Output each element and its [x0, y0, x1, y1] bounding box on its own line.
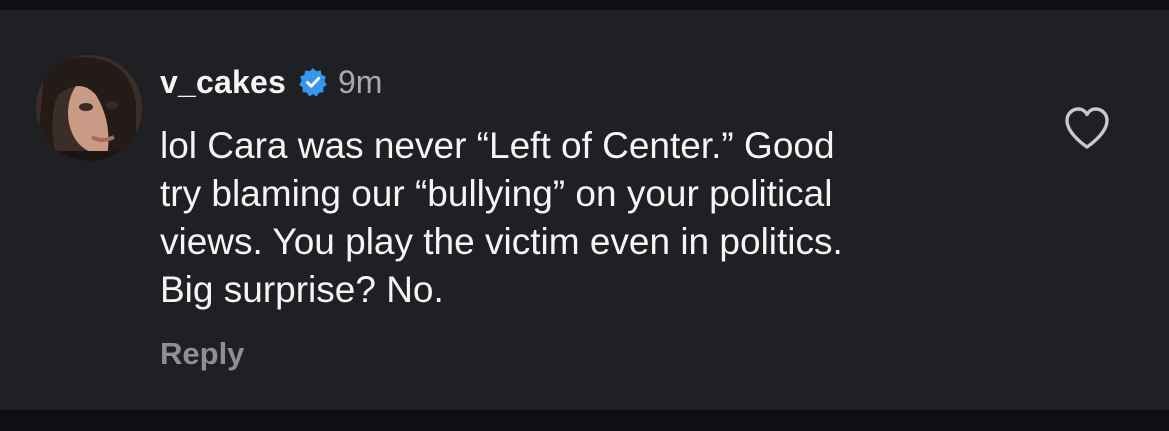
comment-text: lol Cara was never “Left of Center.” Goo… [160, 125, 843, 310]
reply-button[interactable]: Reply [160, 336, 244, 372]
verified-badge-icon [298, 67, 328, 97]
screen-frame: v_cakes 9m lol Cara was never “Left of C… [0, 0, 1169, 431]
comment-card: v_cakes 9m lol Cara was never “Left of C… [0, 10, 1169, 410]
avatar[interactable] [36, 55, 142, 161]
heart-outline-icon[interactable] [1060, 102, 1114, 156]
timestamp: 9m [337, 63, 383, 100]
avatar-image [36, 55, 142, 161]
comment-header: v_cakes 9m [160, 60, 382, 104]
username[interactable]: v_cakes [160, 64, 286, 101]
